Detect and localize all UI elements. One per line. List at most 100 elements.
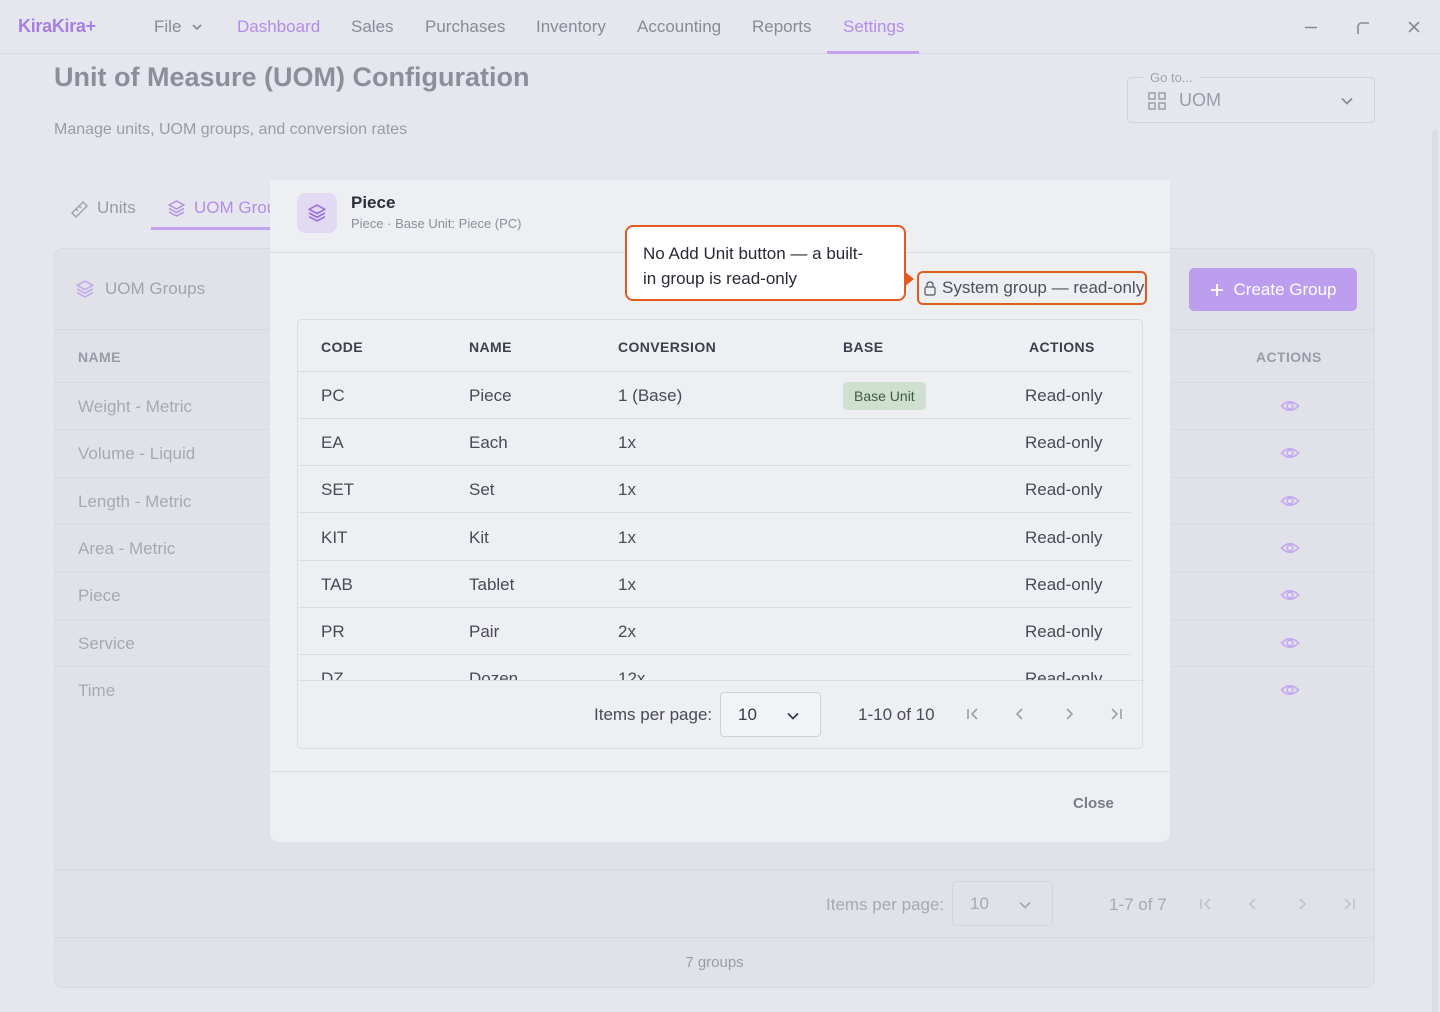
menu-accounting[interactable]: Accounting (637, 0, 721, 54)
unit-conversion: 2x (618, 622, 636, 641)
unit-code: PR (321, 622, 345, 641)
last-page-icon[interactable] (1341, 896, 1357, 912)
base-unit-badge: Base Unit (843, 382, 926, 410)
tab-units[interactable]: Units (70, 198, 136, 230)
unit-action: Read-only (1025, 527, 1103, 547)
plus-icon (1210, 283, 1224, 297)
column-header-name: NAME (78, 349, 121, 365)
tab-units-label: Units (97, 198, 136, 217)
scrollbar-thumb[interactable] (1432, 130, 1438, 1012)
eye-icon[interactable] (1280, 635, 1300, 651)
items-per-page-select[interactable]: 10 (952, 881, 1053, 926)
eye-icon[interactable] (1280, 540, 1300, 556)
layers-icon (307, 203, 327, 223)
next-page-icon[interactable] (1061, 706, 1077, 722)
menu-file[interactable]: File (154, 0, 181, 54)
menu-inventory[interactable]: Inventory (536, 0, 606, 54)
maximize-icon[interactable] (1352, 16, 1374, 38)
dialog-subtitle: Piece · Base Unit: Piece (PC) (351, 216, 522, 231)
column-header-actions: ACTIONS (1029, 339, 1095, 355)
table-row[interactable]: TAB Tablet 1x Read-only (298, 561, 1131, 608)
group-name: Piece (78, 586, 121, 606)
callout-pointer (904, 271, 914, 287)
menu-reports[interactable]: Reports (752, 0, 812, 54)
layers-icon (75, 279, 95, 299)
unit-name: Dozen (469, 669, 519, 680)
pagination-range: 1-10 of 10 (858, 705, 935, 724)
units-table-card: CODE NAME CONVERSION BASE ACTIONS PC Piec… (297, 319, 1144, 749)
minimize-icon[interactable] (1300, 16, 1322, 38)
table-row[interactable]: DZ Dozen 12x Read-only (298, 655, 1131, 680)
prev-page-icon[interactable] (1245, 896, 1261, 912)
eye-icon[interactable] (1280, 445, 1300, 461)
table-header: CODE NAME CONVERSION BASE ACTIONS (298, 320, 1131, 372)
unit-conversion: 1 (Base) (618, 386, 683, 405)
unit-conversion: 12x (618, 669, 646, 680)
unit-conversion: 1x (618, 433, 636, 453)
unit-name: Kit (469, 527, 489, 547)
unit-action: Read-only (1025, 433, 1103, 453)
group-name: Time (78, 680, 116, 700)
eye-icon[interactable] (1280, 493, 1300, 509)
items-per-page-value: 10 (970, 894, 989, 913)
chevron-down-icon[interactable] (190, 20, 204, 34)
table-body[interactable]: PC Piece 1 (Base) Base Unit Read-only EA Each 1… (298, 372, 1131, 680)
column-header-name: NAME (469, 339, 512, 355)
group-name: Weight - Metric (78, 397, 192, 416)
unit-name: Set (469, 480, 495, 500)
page-scrollbar[interactable] (1430, 60, 1440, 1012)
close-button[interactable]: Close (1073, 795, 1114, 812)
menu-dashboard[interactable]: Dashboard (237, 0, 320, 54)
unit-code: SET (321, 480, 355, 500)
page-subtitle: Manage units, UOM groups, and conversion… (54, 121, 408, 138)
lock-icon (923, 280, 937, 296)
column-header-actions: ACTIONS (1256, 349, 1322, 365)
menu-sales[interactable]: Sales (351, 0, 394, 54)
chevron-down-icon (1018, 898, 1032, 912)
table-row[interactable]: EA Each 1x Read-only (298, 419, 1131, 467)
unit-action: Read-only (1025, 480, 1103, 500)
table-row[interactable]: SET Set 1x Read-only (298, 466, 1131, 514)
unit-code: TAB (321, 574, 353, 594)
group-name: Volume - Liquid (78, 444, 196, 464)
table-row[interactable]: KIT Kit 1x Read-only (298, 514, 1131, 561)
table-row[interactable]: PC Piece 1 (Base) Base Unit Read-only (298, 372, 1131, 419)
tab-uom-groups[interactable]: UOM Grou (167, 198, 270, 230)
items-per-page-select[interactable]: 10 (720, 692, 821, 737)
items-per-page-value: 10 (738, 705, 757, 724)
eye-icon[interactable] (1280, 398, 1300, 414)
next-page-icon[interactable] (1294, 896, 1310, 912)
unit-code: DZ (321, 669, 344, 680)
column-header-conversion: CONVERSION (618, 339, 717, 355)
create-group-button[interactable]: Create Group (1189, 268, 1357, 311)
tab-uom-groups-label: UOM Grou (194, 198, 270, 217)
group-avatar (297, 193, 337, 233)
eye-icon[interactable] (1280, 682, 1300, 698)
unit-code: PC (321, 386, 345, 405)
menu-settings[interactable]: Settings (843, 0, 904, 54)
chevron-down-icon (1340, 94, 1354, 108)
group-name: Service (78, 633, 135, 653)
grid-icon (1148, 92, 1166, 110)
divider (55, 869, 1374, 870)
first-page-icon[interactable] (965, 706, 981, 722)
menu-purchases[interactable]: Purchases (425, 0, 505, 54)
annotation-callout: No Add Unit button — a built- in group i… (625, 225, 906, 301)
last-page-icon[interactable] (1108, 706, 1124, 722)
close-window-icon[interactable] (1403, 16, 1425, 38)
chevron-down-icon (786, 709, 800, 723)
first-page-icon[interactable] (1198, 896, 1214, 912)
active-menu-indicator (827, 51, 919, 54)
divider (270, 771, 1170, 772)
column-header-base: BASE (843, 339, 884, 355)
pagination-range: 1-7 of 7 (1109, 895, 1167, 914)
unit-action: Read-only (1025, 386, 1103, 405)
eye-icon[interactable] (1280, 587, 1300, 603)
goto-select[interactable]: Go to... UOM (1127, 70, 1375, 123)
table-row[interactable]: PR Pair 2x Read-only (298, 608, 1131, 655)
unit-name: Each (469, 433, 508, 453)
prev-page-icon[interactable] (1012, 706, 1028, 722)
divider (55, 937, 1374, 938)
unit-action: Read-only (1025, 622, 1103, 641)
unit-action: Read-only (1025, 669, 1103, 680)
